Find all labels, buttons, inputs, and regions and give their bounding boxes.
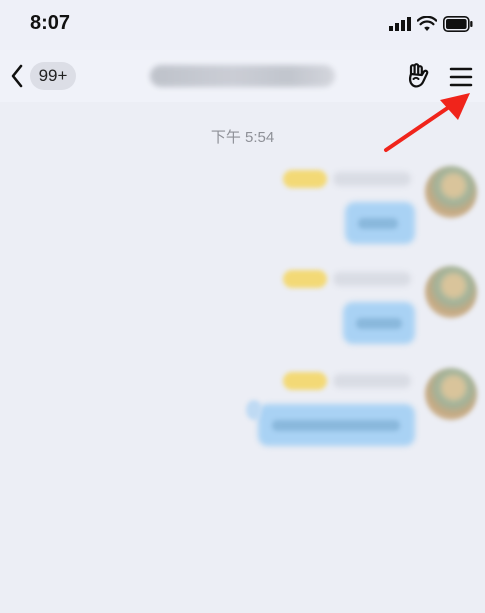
unread-count-badge: 99+	[30, 62, 76, 90]
menu-button[interactable]	[447, 63, 475, 91]
sender-title-badge	[283, 170, 327, 188]
sender-name-blurred	[333, 272, 411, 286]
message-text-blurred	[358, 218, 398, 229]
status-bar: 8:07	[0, 0, 485, 50]
avatar[interactable]	[425, 266, 477, 318]
wifi-icon	[417, 16, 437, 31]
message-item[interactable]	[0, 164, 485, 260]
battery-icon	[443, 16, 473, 32]
message-text-blurred	[272, 420, 400, 431]
avatar[interactable]	[425, 166, 477, 218]
message-item[interactable]	[0, 366, 485, 462]
chevron-left-icon	[11, 64, 23, 88]
message-list[interactable]: 下午 5:54	[0, 102, 485, 613]
chat-title-blurred	[150, 65, 335, 87]
reply-indicator-dot	[246, 400, 262, 420]
avatar[interactable]	[425, 368, 477, 420]
sender-name-blurred	[333, 374, 411, 388]
hamburger-menu-icon	[449, 67, 473, 87]
chat-header: 99+	[0, 50, 485, 102]
hand-gesture-icon	[409, 63, 429, 88]
message-text-blurred	[356, 318, 402, 329]
back-button[interactable]: 99+	[8, 56, 88, 96]
cellular-signal-icon	[389, 17, 411, 31]
sender-title-badge	[283, 372, 327, 390]
message-timestamp: 下午 5:54	[210, 129, 275, 146]
sender-name-blurred	[333, 172, 411, 186]
sender-title-badge	[283, 270, 327, 288]
status-time: 8:07	[30, 12, 71, 34]
message-item[interactable]	[0, 264, 485, 360]
gesture-button[interactable]	[404, 62, 432, 90]
